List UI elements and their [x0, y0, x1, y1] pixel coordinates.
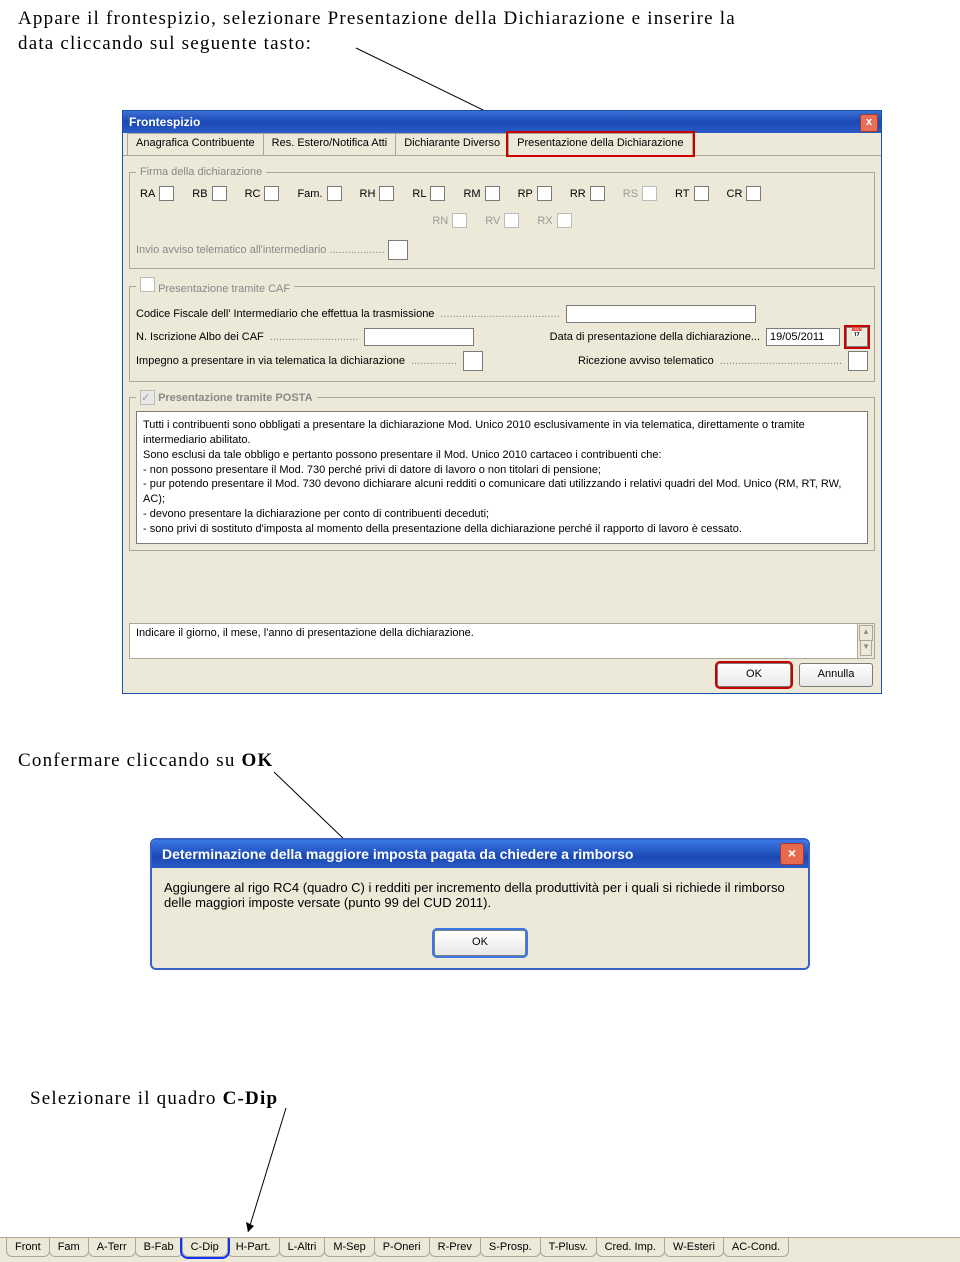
window-title-text: Frontespizio [129, 115, 200, 129]
dialog-ok-button[interactable]: OK [434, 930, 526, 956]
tab-credimp[interactable]: Cred. Imp. [596, 1238, 665, 1257]
caf-group: Presentazione tramite CAF Codice Fiscale… [129, 277, 875, 382]
posta-text: Tutti i contribuenti sono obbligati a pr… [136, 411, 868, 544]
tab-front[interactable]: Front [6, 1238, 50, 1257]
check-ra[interactable]: RA [140, 186, 174, 201]
check-rm[interactable]: RM [463, 186, 499, 201]
check-rp[interactable]: RP [518, 186, 552, 201]
posta-group: ✓ Presentazione tramite POSTA Tutti i co… [129, 390, 875, 551]
tab-accond[interactable]: AC-Cond. [723, 1238, 789, 1257]
check-rv: RV [485, 213, 519, 228]
instruction-line-3: Confermare cliccando su OK [18, 750, 928, 772]
tab-bfab[interactable]: B-Fab [135, 1238, 183, 1257]
tab-hpart[interactable]: H-Part. [227, 1238, 280, 1257]
checks-row-1: RA RB RC Fam. RH RL RM RP RR RS RT CR [136, 184, 868, 203]
check-rh[interactable]: RH [360, 186, 395, 201]
check-cr[interactable]: CR [727, 186, 762, 201]
check-rc[interactable]: RC [245, 186, 280, 201]
tab-laltri[interactable]: L-Altri [279, 1238, 326, 1257]
check-rt[interactable]: RT [675, 186, 708, 201]
check-rn: RN [432, 213, 467, 228]
albo-input[interactable] [364, 328, 474, 346]
tab-cdip[interactable]: C-Dip [182, 1238, 228, 1257]
close-icon[interactable]: x [860, 114, 878, 132]
check-rr[interactable]: RR [570, 186, 605, 201]
dialog-body: Aggiungere al rigo RC4 (quadro C) i redd… [152, 868, 808, 922]
tab-msep[interactable]: M-Sep [324, 1238, 374, 1257]
dialog-title: Determinazione della maggiore imposta pa… [152, 840, 808, 868]
instruction-line-4: Selezionare il quadro C-Dip [30, 1088, 940, 1110]
check-fam[interactable]: Fam. [297, 186, 341, 201]
tab-poneri[interactable]: P-Oneri [374, 1238, 430, 1257]
tab-tplusv[interactable]: T-Plusv. [540, 1238, 597, 1257]
check-rs: RS [623, 186, 657, 201]
invio-combo[interactable] [388, 240, 408, 260]
tab-presentazione[interactable]: Presentazione della Dichiarazione [508, 133, 692, 155]
dialog-title-text: Determinazione della maggiore imposta pa… [162, 846, 633, 862]
date-label: Data di presentazione della dichiarazion… [550, 331, 760, 343]
instruction-line-1: Appare il frontespizio, selezionare Pres… [18, 8, 928, 30]
frontespizio-window: Frontespizio x Anagrafica Contribuente R… [122, 110, 882, 694]
firma-group: Firma della dichiarazione RA RB RC Fam. … [129, 166, 875, 269]
instruction-line-2: data cliccando sul seguente tasto: [18, 33, 928, 55]
calendar-icon[interactable]: 📅 [846, 327, 868, 347]
impegno-label: Impegno a presentare in via telematica l… [136, 355, 405, 367]
check-rb[interactable]: RB [192, 186, 226, 201]
posta-legend: Presentazione tramite POSTA [158, 392, 312, 404]
albo-label: N. Iscrizione Albo dei CAF [136, 331, 264, 343]
scroll-down-icon[interactable]: ▾ [860, 640, 872, 656]
panel-body: Firma della dichiarazione RA RB RC Fam. … [123, 156, 881, 565]
check-rx: RX [537, 213, 571, 228]
close-icon[interactable]: × [780, 843, 804, 865]
ok-button[interactable]: OK [717, 663, 791, 687]
tab-fam[interactable]: Fam [49, 1238, 89, 1257]
ricezione-combo[interactable] [848, 351, 868, 371]
cancel-button[interactable]: Annulla [799, 663, 873, 687]
caf-legend: Presentazione tramite CAF [158, 283, 290, 295]
ricezione-label: Ricezione avviso telematico [578, 355, 714, 367]
checks-row-2: RN RV RX [136, 211, 868, 230]
top-tabs: Anagrafica Contribuente Res. Estero/Noti… [123, 133, 881, 156]
status-bar: Indicare il giorno, il mese, l'anno di p… [129, 623, 875, 659]
tab-westeri[interactable]: W-Esteri [664, 1238, 724, 1257]
scroll-up-icon[interactable]: ▴ [859, 625, 873, 641]
cf-input[interactable] [566, 305, 756, 323]
tab-sprosp[interactable]: S-Prosp. [480, 1238, 541, 1257]
date-input[interactable]: 19/05/2011 [766, 328, 840, 346]
cf-label: Codice Fiscale dell' Intermediario che e… [136, 308, 434, 320]
message-dialog: Determinazione della maggiore imposta pa… [150, 838, 810, 970]
tab-dichiarante[interactable]: Dichiarante Diverso [395, 133, 509, 155]
tab-aterr[interactable]: A-Terr [88, 1238, 136, 1257]
status-scrollbar[interactable]: ▴ ▾ [857, 624, 874, 658]
invio-label: Invio avviso telematico all'intermediari… [136, 244, 326, 256]
firma-legend: Firma della dichiarazione [136, 166, 266, 178]
bottom-tabs: Front Fam A-Terr B-Fab C-Dip H-Part. L-A… [0, 1237, 960, 1262]
impegno-combo[interactable] [463, 351, 483, 371]
status-text: Indicare il giorno, il mese, l'anno di p… [136, 627, 474, 639]
tab-rprev[interactable]: R-Prev [429, 1238, 481, 1257]
tab-anagrafica[interactable]: Anagrafica Contribuente [127, 133, 264, 155]
check-rl[interactable]: RL [412, 186, 445, 201]
window-title: Frontespizio x [123, 111, 881, 133]
tab-res-estero[interactable]: Res. Estero/Notifica Atti [263, 133, 397, 155]
